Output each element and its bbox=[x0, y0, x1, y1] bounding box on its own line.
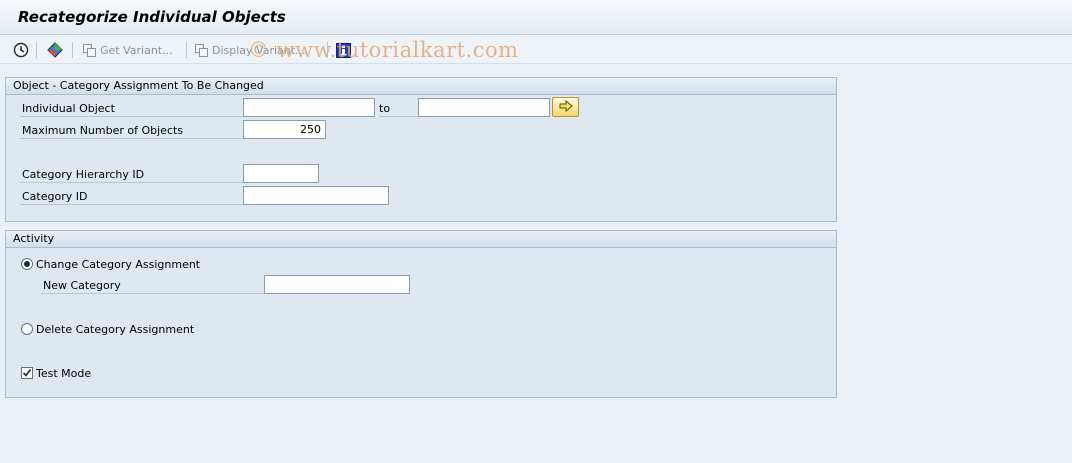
test-mode-checkbox[interactable]: Test Mode bbox=[21, 365, 91, 381]
toolbar-separator bbox=[72, 42, 73, 58]
new-category-label: New Category bbox=[41, 277, 266, 294]
toolbar-separator bbox=[186, 42, 187, 58]
category-id-label: Category ID bbox=[20, 188, 245, 205]
delete-assignment-radio[interactable]: Delete Category Assignment bbox=[21, 321, 194, 337]
execute-button[interactable] bbox=[13, 40, 29, 60]
max-objects-label: Maximum Number of Objects bbox=[20, 122, 245, 139]
get-variant-button[interactable]: Get Variant... bbox=[82, 40, 173, 60]
new-category-input[interactable] bbox=[264, 275, 410, 294]
get-variants-icon bbox=[46, 42, 64, 58]
execute-clock-icon bbox=[13, 42, 29, 58]
title-bar: Recategorize Individual Objects bbox=[0, 0, 1072, 35]
checkmark-icon bbox=[21, 367, 33, 379]
change-assignment-label: Change Category Assignment bbox=[36, 257, 201, 271]
variants-button[interactable] bbox=[46, 40, 64, 60]
group-header: Activity bbox=[6, 231, 836, 248]
application-toolbar: Get Variant... Display Variant... bbox=[0, 36, 1072, 64]
watermark: © www.tutorialkart.com bbox=[248, 38, 519, 62]
activity-group: Activity Change Category Assignment New … bbox=[5, 230, 837, 398]
individual-object-label: Individual Object bbox=[20, 100, 245, 117]
to-label-underline bbox=[379, 100, 419, 117]
copy-icon bbox=[82, 43, 97, 58]
object-category-group: Object - Category Assignment To Be Chang… bbox=[5, 77, 837, 222]
change-assignment-radio[interactable]: Change Category Assignment bbox=[21, 256, 200, 272]
individual-object-from-input[interactable] bbox=[243, 98, 375, 117]
category-hierarchy-label: Category Hierarchy ID bbox=[20, 166, 245, 183]
radio-unselected-icon bbox=[21, 323, 33, 335]
delete-assignment-label: Delete Category Assignment bbox=[36, 322, 195, 336]
category-hierarchy-input[interactable] bbox=[243, 164, 319, 183]
individual-object-to-input[interactable] bbox=[418, 98, 550, 117]
max-objects-input[interactable] bbox=[243, 120, 326, 139]
test-mode-label: Test Mode bbox=[36, 366, 92, 380]
multiple-selection-button[interactable] bbox=[552, 97, 579, 117]
copy-icon bbox=[194, 43, 209, 58]
get-variant-label: Get Variant... bbox=[100, 43, 173, 57]
page-title: Recategorize Individual Objects bbox=[18, 8, 286, 26]
group-header: Object - Category Assignment To Be Chang… bbox=[6, 78, 836, 95]
category-id-input[interactable] bbox=[243, 186, 389, 205]
radio-selected-icon bbox=[21, 258, 33, 270]
arrow-right-icon bbox=[559, 99, 573, 115]
toolbar-separator bbox=[36, 42, 37, 58]
